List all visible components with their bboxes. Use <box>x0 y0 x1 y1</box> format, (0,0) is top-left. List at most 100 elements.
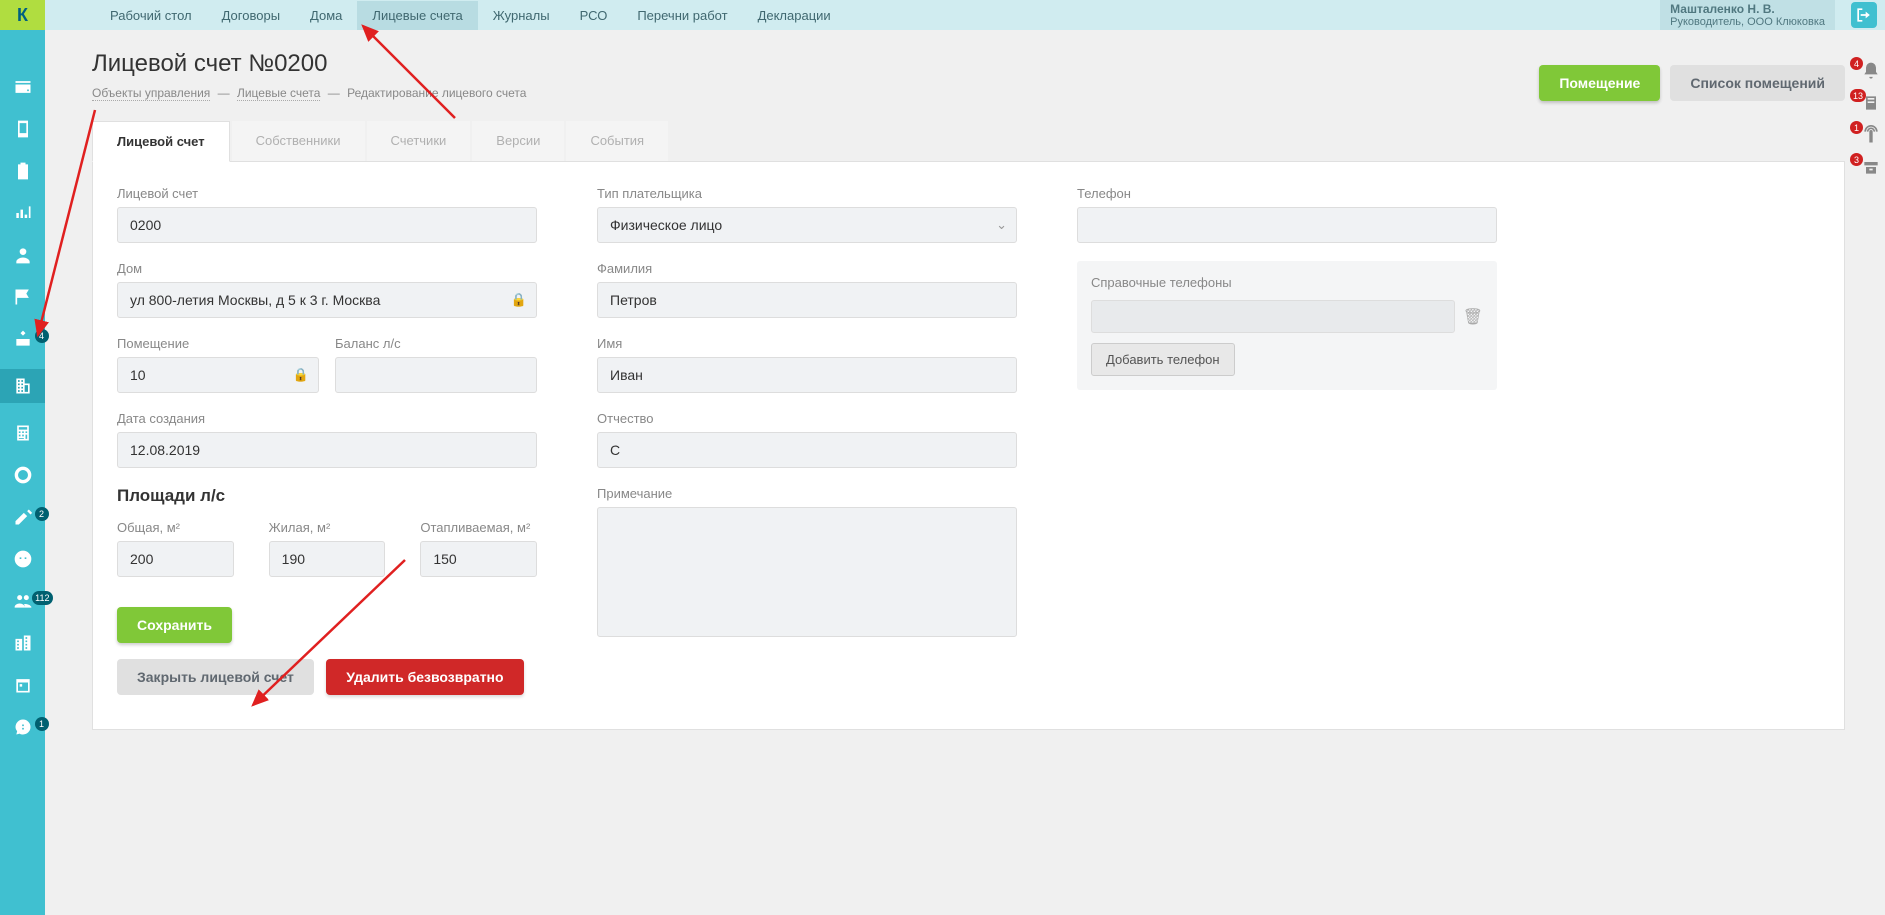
trash-icon[interactable]: 🗑 <box>1463 307 1483 327</box>
area-total-input[interactable] <box>117 541 234 577</box>
tab-bar: Лицевой счет Собственники Счетчики Верси… <box>92 121 1845 162</box>
user-role: Руководитель, ООО Клюковка <box>1670 16 1825 28</box>
nav-badge: 2 <box>35 507 49 521</box>
reference-phones-label: Справочные телефоны <box>1091 275 1483 290</box>
left-sidebar: К 4 2 112 1 <box>0 0 45 915</box>
reference-phone-input[interactable] <box>1091 300 1455 333</box>
lastname-label: Фамилия <box>597 261 1017 276</box>
user-name: Машталенко Н. В. <box>1670 2 1825 16</box>
nav-message-icon[interactable]: 1 <box>11 715 35 739</box>
top-menu-item-journals[interactable]: Журналы <box>478 1 565 30</box>
breadcrumb-link-objects[interactable]: Объекты управления <box>92 86 210 101</box>
middlename-input[interactable] <box>597 432 1017 468</box>
tab-meters[interactable]: Счетчики <box>367 121 471 161</box>
top-menu-item-declarations[interactable]: Декларации <box>743 1 846 30</box>
delete-button[interactable]: Удалить безвозвратно <box>326 659 523 695</box>
close-account-button[interactable]: Закрыть лицевой счет <box>117 659 314 695</box>
main-content: Лицевой счет №0200 Объекты управления — … <box>92 50 1845 730</box>
lock-icon: 🔒 <box>511 292 527 308</box>
payer-type-select[interactable] <box>597 207 1017 243</box>
top-menu-item-rso[interactable]: РСО <box>565 1 623 30</box>
nav-badge: 112 <box>32 591 52 605</box>
phone-label: Телефон <box>1077 186 1497 201</box>
top-menu-item-contracts[interactable]: Договоры <box>207 1 295 30</box>
archive-icon[interactable]: 3 <box>1860 156 1882 178</box>
badge: 4 <box>1850 57 1863 70</box>
user-info[interactable]: Машталенко Н. В. Руководитель, ООО Клюко… <box>1660 0 1835 30</box>
payer-type-label: Тип плательщика <box>597 186 1017 201</box>
nav-hand-icon[interactable]: 4 <box>11 327 35 351</box>
nav-group-icon[interactable]: 112 <box>11 589 35 613</box>
area-heated-label: Отапливаемая, м² <box>420 520 537 535</box>
badge: 3 <box>1850 153 1863 166</box>
balance-input[interactable] <box>335 357 537 393</box>
middlename-label: Отчество <box>597 411 1017 426</box>
nav-calculator-icon[interactable] <box>11 421 35 445</box>
add-phone-button[interactable]: Добавить телефон <box>1091 343 1235 376</box>
date-created-label: Дата создания <box>117 411 537 426</box>
nav-badge: 1 <box>35 717 49 731</box>
account-input[interactable] <box>117 207 537 243</box>
area-living-input[interactable] <box>269 541 386 577</box>
broadcast-icon[interactable]: 1 <box>1860 124 1882 146</box>
house-label: Дом <box>117 261 537 276</box>
room-button[interactable]: Помещение <box>1539 65 1660 101</box>
premise-input[interactable] <box>117 357 319 393</box>
areas-subtitle: Площади л/с <box>117 486 537 506</box>
logout-button[interactable] <box>1851 2 1877 28</box>
breadcrumb: Объекты управления — Лицевые счета — Ред… <box>92 86 526 100</box>
tab-account[interactable]: Лицевой счет <box>92 121 230 162</box>
nav-buildings-icon[interactable] <box>11 631 35 655</box>
top-menu-item-houses[interactable]: Дома <box>295 1 357 30</box>
tab-owners[interactable]: Собственники <box>232 121 365 161</box>
lastname-input[interactable] <box>597 282 1017 318</box>
page-title: Лицевой счет №0200 <box>92 50 526 78</box>
area-living-label: Жилая, м² <box>269 520 386 535</box>
firstname-input[interactable] <box>597 357 1017 393</box>
notifications-bell-icon[interactable]: 4 <box>1860 60 1882 82</box>
badge: 13 <box>1850 89 1866 102</box>
nav-flag-icon[interactable] <box>11 285 35 309</box>
save-button[interactable]: Сохранить <box>117 607 232 643</box>
area-heated-input[interactable] <box>420 541 537 577</box>
form-panel: Лицевой счет Дом 🔒 Помещение � <box>92 162 1845 730</box>
top-navigation: Рабочий стол Договоры Дома Лицевые счета… <box>45 0 1885 30</box>
nav-phone-icon[interactable] <box>11 117 35 141</box>
note-label: Примечание <box>597 486 1017 501</box>
balance-label: Баланс л/с <box>335 336 537 351</box>
nav-users-icon[interactable] <box>11 243 35 267</box>
chevron-down-icon: ⌄ <box>996 217 1007 233</box>
breadcrumb-current: Редактирование лицевого счета <box>347 86 526 100</box>
tab-versions[interactable]: Версии <box>472 121 564 161</box>
top-menu-item-works[interactable]: Перечни работ <box>622 1 742 30</box>
app-logo[interactable]: К <box>0 0 45 30</box>
top-menu: Рабочий стол Договоры Дома Лицевые счета… <box>95 1 846 30</box>
reference-phones-box: Справочные телефоны 🗑 Добавить телефон <box>1077 261 1497 390</box>
breadcrumb-link-accounts[interactable]: Лицевые счета <box>237 86 320 101</box>
date-created-input[interactable] <box>117 432 537 468</box>
nav-wallet-icon[interactable] <box>11 75 35 99</box>
top-menu-item-dashboard[interactable]: Рабочий стол <box>95 1 207 30</box>
nav-building-icon[interactable] <box>0 369 45 403</box>
note-textarea[interactable] <box>597 507 1017 637</box>
area-total-label: Общая, м² <box>117 520 234 535</box>
room-list-button[interactable]: Список помещений <box>1670 65 1845 101</box>
tab-events[interactable]: События <box>566 121 668 161</box>
phone-input[interactable] <box>1077 207 1497 243</box>
firstname-label: Имя <box>597 336 1017 351</box>
top-menu-item-accounts[interactable]: Лицевые счета <box>357 1 477 30</box>
nav-edit-icon[interactable]: 2 <box>11 505 35 529</box>
badge: 1 <box>1850 121 1863 134</box>
premise-label: Помещение <box>117 336 319 351</box>
account-label: Лицевой счет <box>117 186 537 201</box>
nav-chart-icon[interactable] <box>11 201 35 225</box>
house-input[interactable] <box>117 282 537 318</box>
lock-icon: 🔒 <box>293 367 309 383</box>
nav-face-icon[interactable] <box>11 547 35 571</box>
nav-coin-icon[interactable] <box>11 463 35 487</box>
nav-badge: 4 <box>35 329 49 343</box>
nav-clipboard-icon[interactable] <box>11 159 35 183</box>
tasks-icon[interactable]: 13 <box>1860 92 1882 114</box>
nav-calendar-icon[interactable] <box>11 673 35 697</box>
right-sidebar: 4 13 1 3 <box>1857 60 1885 178</box>
